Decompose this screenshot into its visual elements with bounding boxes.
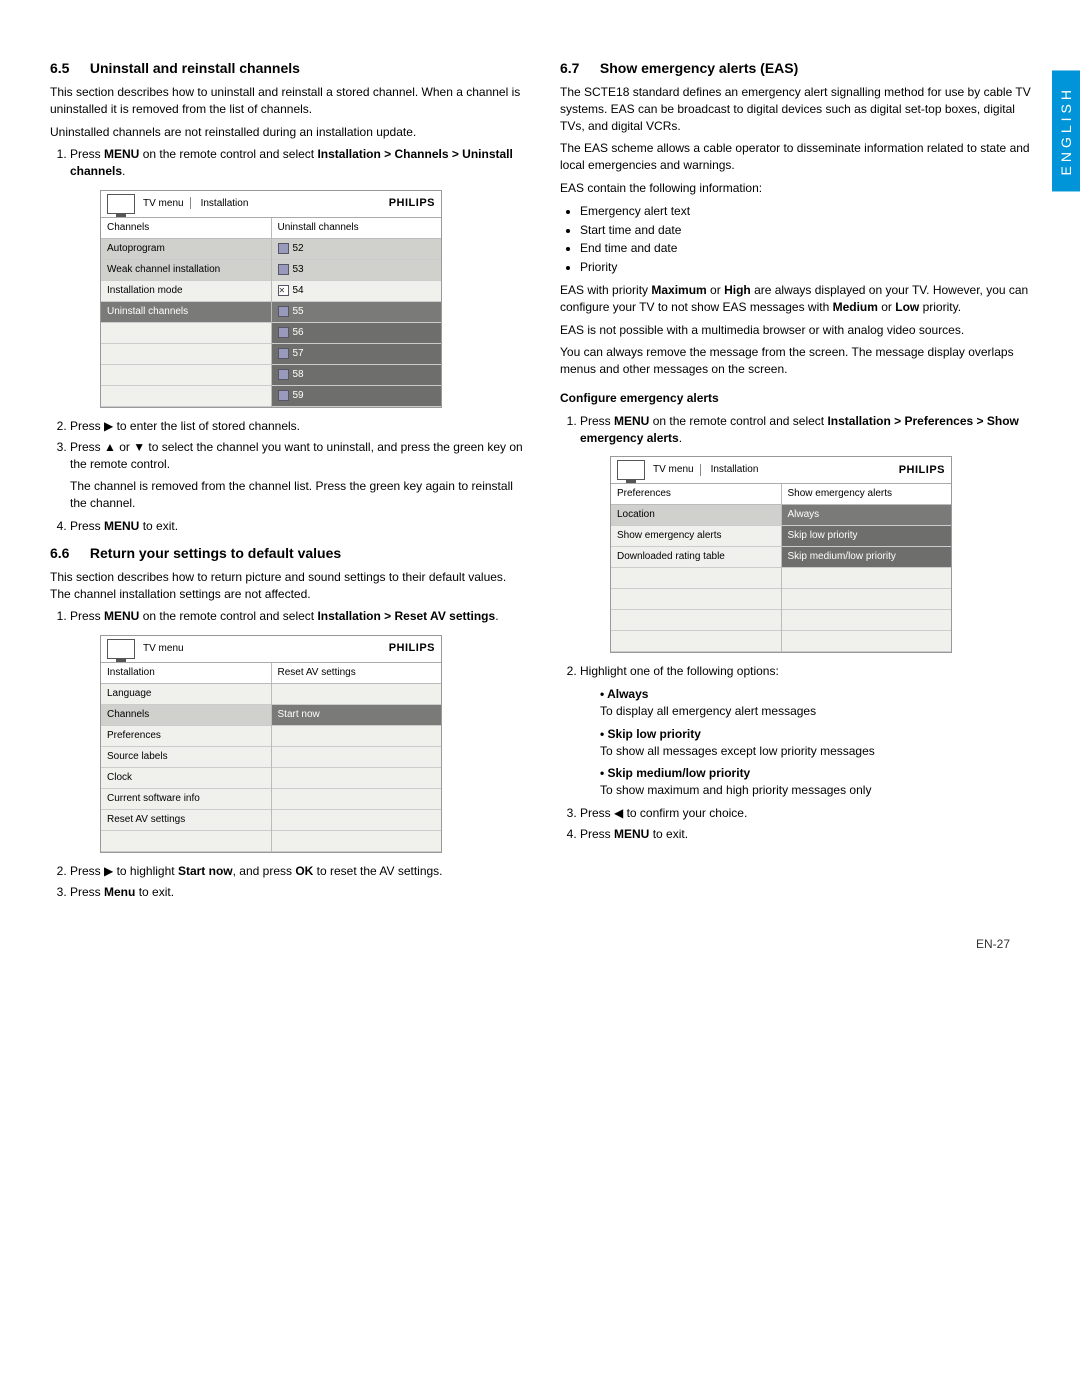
brand-logo: PHILIPS — [899, 463, 951, 478]
s65-step-1: Press MENU on the remote control and sel… — [70, 146, 530, 408]
menu-item: Show emergency alerts — [611, 526, 781, 547]
menu-item: Skip low priority — [782, 526, 952, 547]
channel-row: 53 — [272, 260, 442, 281]
channel-row-selected: 55 — [272, 302, 442, 323]
channel-row: 54 — [272, 281, 442, 302]
list-item: End time and date — [580, 240, 1040, 257]
s67-p6: You can always remove the message from t… — [560, 344, 1040, 378]
s67-step-4: Press MENU to exit. — [580, 826, 1040, 843]
s67-p2: The EAS scheme allows a cable operator t… — [560, 140, 1040, 174]
list-item: Emergency alert text — [580, 203, 1040, 220]
menu-item: Installation mode — [101, 281, 271, 302]
section-num: 6.5 — [50, 60, 86, 76]
menu-item: Weak channel installation — [101, 260, 271, 281]
s65-step-2: Press ▶ to enter the list of stored chan… — [70, 418, 530, 435]
section-num: 6.7 — [560, 60, 596, 76]
s67-step-1: Press MENU on the remote control and sel… — [580, 413, 1040, 654]
options-list: Always To display all emergency alert me… — [580, 686, 1040, 799]
channel-row: 57 — [272, 344, 442, 365]
s65-intro-2: Uninstalled channels are not reinstalled… — [50, 124, 530, 141]
channel-row: 58 — [272, 365, 442, 386]
s65-step-3: Press ▲ or ▼ to select the channel you w… — [70, 439, 530, 512]
column-headers: Preferences Show emergency alerts — [611, 484, 951, 505]
brand-logo: PHILIPS — [389, 641, 441, 656]
column-headers: Channels Uninstall channels — [101, 218, 441, 239]
configure-alerts-heading: Configure emergency alerts — [560, 390, 1040, 407]
option-skip-med-low: Skip medium/low priority To show maximum… — [600, 765, 1040, 799]
section-6-7-heading: 6.7 Show emergency alerts (EAS) — [560, 60, 1040, 76]
menu-item: Language — [101, 684, 271, 705]
s66-step-3: Press Menu to exit. — [70, 884, 530, 901]
s67-p3: EAS contain the following information: — [560, 180, 1040, 197]
channel-row: 59 — [272, 386, 442, 407]
tvmenu-header: TV menuInstallation PHILIPS — [101, 191, 441, 218]
s67-step-3: Press ◀ to confirm your choice. — [580, 805, 1040, 822]
menu-item-selected: Uninstall channels — [101, 302, 271, 323]
language-tab: ENGLISH — [1052, 70, 1080, 191]
tvmenu-header: TV menu PHILIPS — [101, 636, 441, 663]
menu-item: Skip medium/low priority — [782, 547, 952, 568]
menu-item: Location — [611, 505, 781, 526]
tv-icon — [617, 460, 645, 480]
list-item: Priority — [580, 259, 1040, 276]
s67-p1: The SCTE18 standard defines an emergency… — [560, 84, 1040, 134]
s66-step-1: Press MENU on the remote control and sel… — [70, 608, 530, 853]
breadcrumb: TV menu — [141, 642, 389, 656]
s65-step-4: Press MENU to exit. — [70, 518, 530, 535]
right-column: 6.7 Show emergency alerts (EAS) The SCTE… — [560, 50, 1040, 907]
section-title: Return your settings to default values — [90, 545, 341, 561]
breadcrumb: TV menuInstallation — [141, 197, 389, 211]
s65-intro-1: This section describes how to uninstall … — [50, 84, 530, 118]
s66-step-2: Press ▶ to highlight Start now, and pres… — [70, 863, 530, 880]
section-6-6-heading: 6.6 Return your settings to default valu… — [50, 545, 530, 561]
menu-item: Source labels — [101, 747, 271, 768]
menu-item-selected: Start now — [272, 705, 442, 726]
option-always: Always To display all emergency alert me… — [600, 686, 1040, 720]
channel-row: 52 — [272, 239, 442, 260]
column-headers: Installation Reset AV settings — [101, 663, 441, 684]
menu-item: Reset AV settings — [101, 810, 271, 831]
channel-row: 56 — [272, 323, 442, 344]
list-item: Start time and date — [580, 222, 1040, 239]
menu-item-selected: Always — [782, 505, 952, 526]
brand-logo: PHILIPS — [389, 196, 441, 211]
s67-p5: EAS is not possible with a multimedia br… — [560, 322, 1040, 339]
page-columns: 6.5 Uninstall and reinstall channels Thi… — [50, 50, 1040, 907]
page-number: EN-27 — [50, 937, 1040, 951]
breadcrumb: TV menuInstallation — [651, 463, 899, 477]
tvmenu-emergency-alerts: TV menuInstallation PHILIPS Preferences … — [610, 456, 952, 653]
section-title: Uninstall and reinstall channels — [90, 60, 300, 76]
menu-item: Current software info — [101, 789, 271, 810]
s66-steps: Press MENU on the remote control and sel… — [50, 608, 530, 900]
menu-item: Downloaded rating table — [611, 547, 781, 568]
s67-steps: Press MENU on the remote control and sel… — [560, 413, 1040, 843]
menu-item: Channels — [101, 705, 271, 726]
section-6-5-heading: 6.5 Uninstall and reinstall channels — [50, 60, 530, 76]
section-num: 6.6 — [50, 545, 86, 561]
menu-item: Preferences — [101, 726, 271, 747]
option-skip-low: Skip low priority To show all messages e… — [600, 726, 1040, 760]
menu-item: Clock — [101, 768, 271, 789]
menu-item: Autoprogram — [101, 239, 271, 260]
s66-intro: This section describes how to return pic… — [50, 569, 530, 603]
tvmenu-header: TV menuInstallation PHILIPS — [611, 457, 951, 484]
section-title: Show emergency alerts (EAS) — [600, 60, 798, 76]
tvmenu-uninstall-channels: TV menuInstallation PHILIPS Channels Uni… — [100, 190, 442, 408]
left-column: 6.5 Uninstall and reinstall channels Thi… — [50, 50, 530, 907]
tv-icon — [107, 194, 135, 214]
s67-step-2: Highlight one of the following options: … — [580, 663, 1040, 799]
tvmenu-reset-av: TV menu PHILIPS Installation Reset AV se… — [100, 635, 442, 853]
s65-steps: Press MENU on the remote control and sel… — [50, 146, 530, 534]
eas-info-list: Emergency alert text Start time and date… — [560, 203, 1040, 276]
tv-icon — [107, 639, 135, 659]
s67-p4: EAS with priority Maximum or High are al… — [560, 282, 1040, 316]
